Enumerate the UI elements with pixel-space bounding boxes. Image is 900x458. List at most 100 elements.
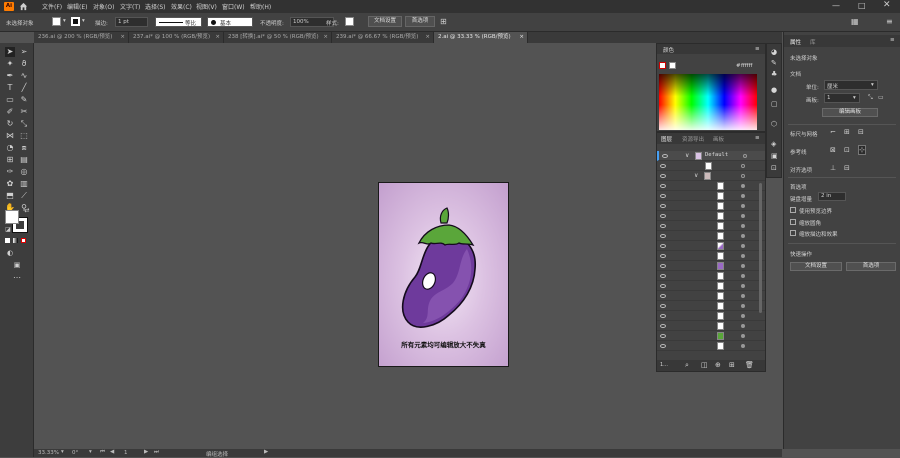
color-panel-title[interactable]: 颜色 <box>663 46 674 54</box>
eye-icon[interactable] <box>660 314 666 318</box>
artboard-nav-icon[interactable]: ⤡ <box>868 94 873 102</box>
preferences-button[interactable]: 首选项 <box>405 16 435 27</box>
close-icon[interactable]: × <box>323 32 328 43</box>
target-icon[interactable] <box>741 244 745 248</box>
fill-indicator[interactable] <box>659 62 666 69</box>
symbol-sprayer-icon[interactable]: ✿ <box>5 179 15 189</box>
document-setup-button[interactable]: 文档设置 <box>368 16 402 27</box>
eye-icon[interactable] <box>660 214 666 218</box>
drawing-modes-icon[interactable]: ◐ <box>5 248 15 258</box>
artboard-dropdown[interactable]: 1 ▾ <box>824 93 860 103</box>
gradient-mode-icon[interactable] <box>13 238 18 243</box>
eye-icon[interactable] <box>660 324 666 328</box>
target-icon[interactable] <box>741 254 745 258</box>
maximize-button[interactable]: □ <box>858 1 866 10</box>
eye-icon[interactable] <box>662 154 668 158</box>
smart-guides-icon[interactable]: ⊡ <box>844 146 850 154</box>
brushes-icon[interactable]: ✎ <box>771 59 777 67</box>
curvature-icon[interactable]: ∿ <box>19 71 29 81</box>
eraser-icon[interactable]: ✂ <box>19 107 29 117</box>
edit-artboards-button[interactable]: 编辑画板 <box>822 108 878 117</box>
menu-help[interactable]: 帮助(H) <box>250 2 271 11</box>
scale-icon[interactable]: ⤡ <box>19 119 29 129</box>
eye-icon[interactable] <box>660 204 666 208</box>
eye-icon[interactable] <box>660 284 666 288</box>
tab-layers[interactable]: 图层 <box>661 135 672 143</box>
align-grid-icon[interactable]: ⊞ <box>440 17 447 26</box>
tab-properties[interactable]: 属性 <box>790 38 801 46</box>
tab-doc-237[interactable]: 237.ai* @ 100 % (RGB/预览) × <box>129 32 224 43</box>
close-button[interactable]: ✕ <box>883 0 891 10</box>
last-artboard-icon[interactable]: ⏭ <box>154 449 159 456</box>
tab-doc-239[interactable]: 239.ai* @ 66.67 % (RGB/预览) × <box>332 32 434 43</box>
target-icon[interactable] <box>741 224 745 228</box>
menu-effect[interactable]: 效果(C) <box>171 2 192 11</box>
none-mode-icon[interactable] <box>21 238 26 243</box>
brush-definition[interactable]: 基本 <box>207 17 253 27</box>
unit-dropdown[interactable]: 厘米 ▾ <box>824 80 878 90</box>
quick-document-setup-button[interactable]: 文档设置 <box>790 262 842 271</box>
target-icon[interactable] <box>741 214 745 218</box>
align-pixel-icon[interactable]: ⊟ <box>844 164 850 172</box>
eye-icon[interactable] <box>660 344 666 348</box>
perspective-grid-icon[interactable]: ⧈ <box>19 143 29 153</box>
target-icon[interactable] <box>741 204 745 208</box>
panel-menu-icon[interactable]: ≡ <box>755 135 760 141</box>
target-icon[interactable] <box>741 274 745 278</box>
first-artboard-icon[interactable]: ⏮ <box>100 449 105 456</box>
next-artboard-icon[interactable]: ▶ <box>144 449 148 455</box>
layer-row[interactable] <box>657 281 765 291</box>
menu-object[interactable]: 对象(O) <box>93 2 114 11</box>
rotation-value[interactable]: 0° <box>72 450 78 456</box>
app-logo[interactable]: Ai <box>4 2 14 11</box>
screen-mode-icon[interactable]: ▣ <box>12 260 22 270</box>
paintbrush-icon[interactable]: ✎ <box>19 95 29 105</box>
artboards-icon[interactable]: ⊡ <box>771 164 777 172</box>
rotate-icon[interactable]: ↻ <box>5 119 15 129</box>
new-sublayer-icon[interactable]: ⊕ <box>715 361 721 369</box>
keyboard-increment-field[interactable]: 2 in <box>818 192 846 201</box>
locate-object-icon[interactable]: ⌕ <box>685 361 689 370</box>
checkbox-scale-strokes[interactable] <box>790 230 796 236</box>
target-icon[interactable] <box>741 264 745 268</box>
color-guide-icon[interactable]: ◕ <box>771 48 777 56</box>
panel-menu-icon[interactable]: ≡ <box>886 17 893 26</box>
eye-icon[interactable] <box>660 224 666 228</box>
menu-file[interactable]: 文件(F) <box>42 2 62 11</box>
ruler-icon[interactable]: ⌐ <box>830 128 836 136</box>
stroke-weight-field[interactable]: 1 pt <box>115 17 148 27</box>
layer-row[interactable] <box>657 261 765 271</box>
close-icon[interactable]: × <box>425 32 430 43</box>
quick-preferences-button[interactable]: 首选项 <box>846 262 896 271</box>
close-icon[interactable]: × <box>120 32 125 43</box>
expand-arrow-icon[interactable]: ∨ <box>694 172 698 179</box>
chevron-down-icon[interactable]: ▾ <box>82 18 85 24</box>
tab-doc-236[interactable]: 236.ai @ 200 % (RGB/预览) × <box>34 32 129 43</box>
close-icon[interactable]: × <box>519 32 524 43</box>
eye-icon[interactable] <box>660 234 666 238</box>
eye-icon[interactable] <box>660 294 666 298</box>
artboard-number[interactable]: 1 <box>124 450 128 456</box>
eye-icon[interactable] <box>660 174 666 178</box>
pixel-grid-icon[interactable]: ⊟ <box>858 128 864 136</box>
layer-row[interactable] <box>657 161 765 171</box>
layer-row[interactable] <box>657 211 765 221</box>
shaper-icon[interactable]: ✐ <box>5 107 15 117</box>
blend-tool-icon[interactable]: ◎ <box>19 167 29 177</box>
target-icon[interactable] <box>741 174 745 178</box>
layer-row[interactable] <box>657 291 765 301</box>
style-swatch[interactable] <box>345 17 354 26</box>
layer-row[interactable] <box>657 321 765 331</box>
hex-value[interactable]: ffffff <box>741 63 752 69</box>
shape-builder-icon[interactable]: ◔ <box>5 143 15 153</box>
eye-icon[interactable] <box>660 274 666 278</box>
pathfinder-icon[interactable]: ▣ <box>771 152 778 160</box>
tab-doc-2[interactable]: 2.ai @ 33.33 % (RGB/预览) × <box>434 32 528 43</box>
pen-tool-icon[interactable]: ✒ <box>5 71 15 81</box>
tab-asset-export[interactable]: 资源导出 <box>682 135 704 143</box>
symbols-icon[interactable]: ♣ <box>771 70 777 78</box>
eye-icon[interactable] <box>660 164 666 168</box>
target-icon[interactable] <box>741 304 745 308</box>
stroke-swatch[interactable] <box>71 17 80 26</box>
fill-color-swatch[interactable] <box>5 210 19 224</box>
